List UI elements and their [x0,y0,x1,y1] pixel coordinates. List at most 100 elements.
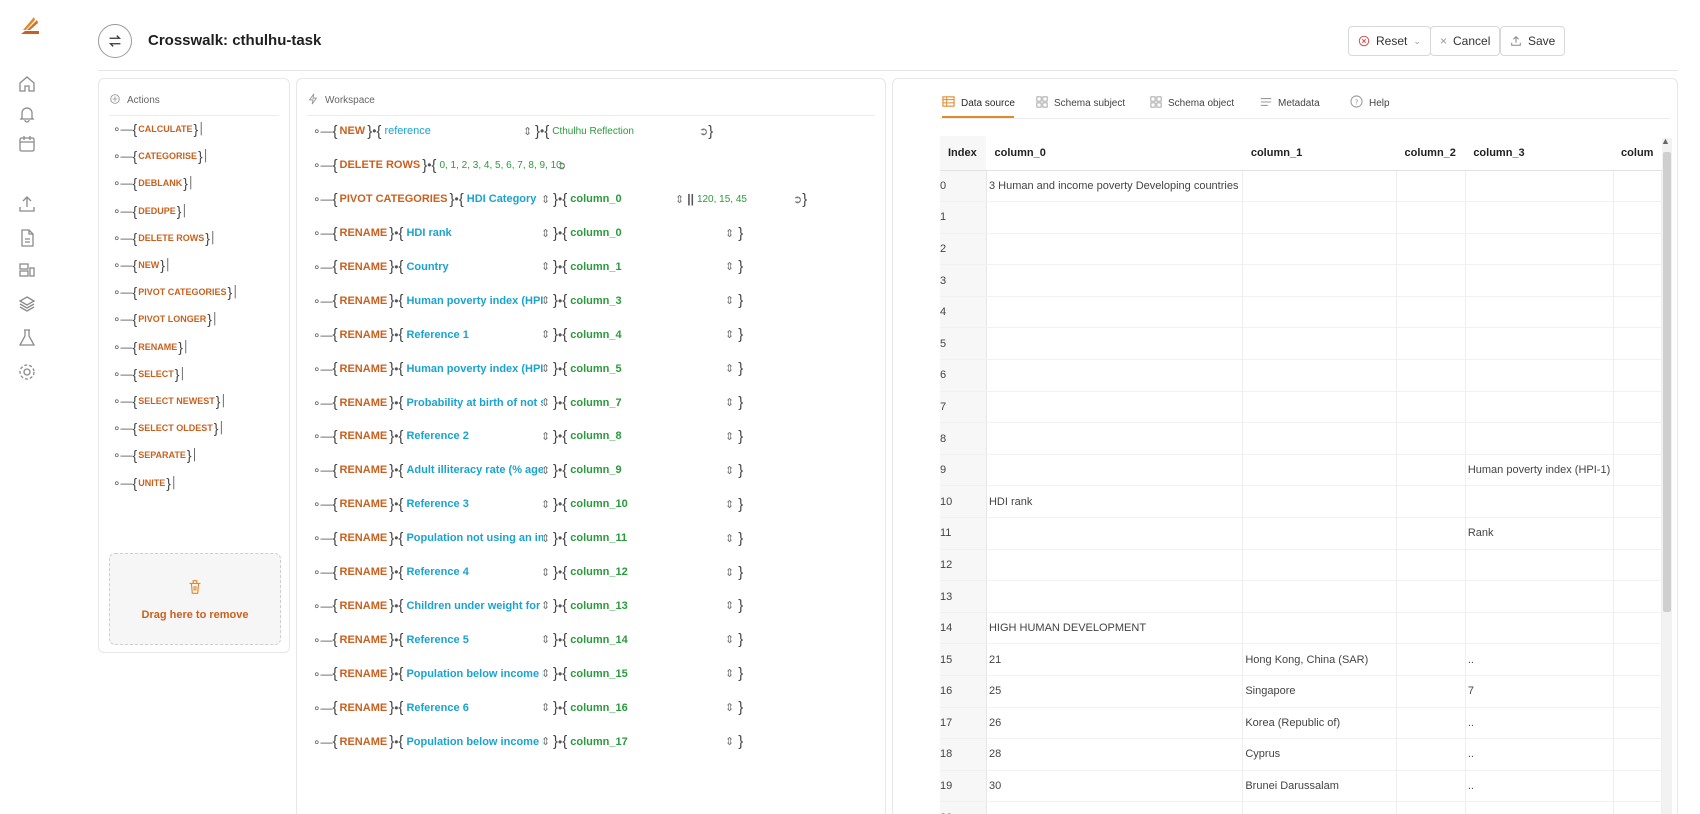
updown-icon[interactable]: ⇕ [541,701,550,714]
workspace-rename-row[interactable]: ∘—{RENAME} •{Population below income p ⇕} •… [313,730,763,754]
updown-icon[interactable]: ⇕ [725,599,734,612]
table-row[interactable]: 12 [940,549,1662,582]
circle-arrow-icon[interactable]: ➲ [699,125,708,138]
updown-icon[interactable]: ⇕ [541,193,550,206]
updown-icon[interactable]: ⇕ [541,735,550,748]
table-scrollbar-thumb[interactable] [1663,152,1671,612]
updown-icon[interactable]: ⇕ [725,396,734,409]
updown-icon[interactable]: ⇕ [541,396,550,409]
workspace-rename-row[interactable]: ∘—{RENAME} •{Reference 6 ⇕} •{column_16 ⇕} [313,696,763,720]
swap-icon[interactable] [98,24,132,58]
updown-icon[interactable]: ⇕ [725,294,734,307]
updown-icon[interactable]: ⇕ [541,362,550,375]
column-header[interactable]: column_1 [1242,136,1397,171]
table-row[interactable]: 20 [940,801,1662,814]
table-row[interactable]: 16 25 Singapore 7 [940,675,1662,708]
updown-icon[interactable]: ⇕ [541,464,550,477]
table-row[interactable]: 10 HDI rank [940,485,1662,519]
updown-icon[interactable]: ⇕ [523,125,532,138]
action-categorise[interactable]: ∘—{CATEGORISE} │ [113,146,210,166]
table-row[interactable]: 5 [940,327,1662,361]
updown-icon[interactable]: ⇕ [725,735,734,748]
updown-icon[interactable]: ⇕ [725,328,734,341]
updown-icon[interactable]: ⇕ [675,193,684,206]
updown-icon[interactable]: ⇕ [725,701,734,714]
workspace-rename-row[interactable]: ∘—{RENAME} •{Children under weight for a ⇕… [313,594,763,618]
table-row[interactable]: 3 [940,264,1662,297]
workspace-rename-row[interactable]: ∘—{RENAME} •{HDI rank ⇕} •{column_0 ⇕} [313,221,763,245]
table-row[interactable]: 9 Human poverty index (HPI-1) [940,454,1662,487]
updown-icon[interactable]: ⇕ [541,328,550,341]
updown-icon[interactable]: ⇕ [725,633,734,646]
cancel-button[interactable]: × Cancel [1430,26,1501,56]
tab-schema-subject[interactable]: Schema subject [1036,92,1125,114]
settings-icon[interactable] [17,362,37,382]
updown-icon[interactable]: ⇕ [541,430,550,443]
action-deblank[interactable]: ∘—{DEBLANK} │ [113,173,195,193]
save-button[interactable]: Save [1500,26,1566,56]
table-row[interactable]: 6 [940,359,1662,392]
scroll-up-icon[interactable]: ▲ [1661,136,1670,146]
table-row[interactable]: 17 26 Korea (Republic of).. [940,707,1662,740]
action-pivot-longer[interactable]: ∘—{PIVOT LONGER} │ [113,309,219,329]
updown-icon[interactable]: ⇕ [541,227,550,240]
updown-icon[interactable]: ⇕ [541,667,550,680]
updown-icon[interactable]: ⇕ [725,260,734,273]
layout-icon[interactable] [17,260,37,280]
home-icon[interactable] [17,74,37,94]
table-row[interactable]: 8 [940,422,1662,455]
table-row[interactable]: 1 [940,201,1662,234]
workspace-rename-row[interactable]: ∘—{RENAME} •{Reference 5 ⇕} •{column_14 ⇕} [313,628,763,652]
tab-help[interactable]: ? Help [1350,92,1390,114]
reset-button[interactable]: Reset ⌄ [1348,26,1431,56]
table-row[interactable]: 7 [940,391,1662,424]
workspace-rename-row[interactable]: ∘—{RENAME} •{Reference 4 ⇕} •{column_12 ⇕} [313,560,763,584]
app-logo[interactable] [18,14,42,38]
action-select[interactable]: ∘—{SELECT} │ [113,364,186,384]
updown-icon[interactable]: ⇕ [541,566,550,579]
workspace-rename-row[interactable]: ∘—{RENAME} •{Reference 1 ⇕} •{column_4 ⇕} [313,323,763,347]
updown-icon[interactable]: ⇕ [541,294,550,307]
updown-icon[interactable]: ⇕ [725,464,734,477]
updown-icon[interactable]: ⇕ [725,532,734,545]
action-delete-rows[interactable]: ∘—{DELETE ROWS} │ [113,228,217,248]
table-row[interactable]: 14 HIGH HUMAN DEVELOPMENT [940,612,1662,645]
updown-icon[interactable]: ⇕ [541,633,550,646]
table-row[interactable]: 13 [940,580,1662,613]
table-row[interactable]: 4 [940,296,1662,329]
table-row[interactable]: 03 Human and income poverty Developing c… [940,170,1662,203]
workspace-rename-row[interactable]: ∘—{RENAME} •{Population below income p ⇕} •… [313,662,763,686]
workspace-rename-row[interactable]: ∘—{RENAME} •{Reference 2 ⇕} •{column_8 ⇕} [313,424,763,448]
workspace-rename-row[interactable]: ∘—{RENAME} •{Adult illiteracy rate (% age… [313,458,763,482]
tab-data-source[interactable]: Data source [942,92,1015,114]
action-calculate[interactable]: ∘—{CALCULATE} │ [113,119,205,139]
updown-icon[interactable]: ⇕ [725,566,734,579]
flask-icon[interactable] [17,328,37,348]
table-row[interactable]: 15 21 Hong Kong, China (SAR).. [940,643,1662,676]
bell-icon[interactable] [17,104,37,124]
action-pivot-categories[interactable]: ∘—{PIVOT CATEGORIES} │ [113,282,239,302]
remove-drop-zone[interactable]: Drag here to remove [109,553,281,645]
workspace-rename-row[interactable]: ∘—{RENAME} •{Probability at birth of not … [313,391,763,415]
workspace-rename-row[interactable]: ∘—{RENAME} •{Reference 3 ⇕} •{column_10 ⇕} [313,492,763,516]
workspace-pivot-row[interactable]: ∘—{ PIVOT CATEGORIES } •{ HDI Category ⇕ … [313,187,883,211]
circle-arrow-icon[interactable]: ➲ [557,159,566,172]
action-rename[interactable]: ∘—{RENAME} │ [113,337,190,357]
tab-schema-object[interactable]: Schema object [1150,92,1234,114]
table-row[interactable]: 18 28 Cyprus.. [940,738,1662,771]
workspace-new-row[interactable]: ∘—{ NEW } •{ reference ⇕ } •{ Cthulhu Refl… [313,119,873,143]
table-row[interactable]: 11 Rank [940,517,1662,550]
action-unite[interactable]: ∘—{UNITE} │ [113,473,178,493]
updown-icon[interactable]: ⇕ [541,260,550,273]
updown-icon[interactable]: ⇕ [725,498,734,511]
workspace-rename-row[interactable]: ∘—{RENAME} •{Human poverty index (HPI- ⇕} •… [313,289,763,313]
calendar-icon[interactable] [17,134,37,154]
workspace-delete-rows-row[interactable]: ∘—{ DELETE ROWS } •{ 0, 1, 2, 3, 4, 5, 6,… [313,153,873,177]
data-table-container[interactable]: Index column_0 column_1 column_2 column_3 col… [940,136,1662,814]
column-header[interactable]: column_3 [1465,136,1614,171]
column-header[interactable]: Index [940,136,987,171]
updown-icon[interactable]: ⇕ [725,362,734,375]
updown-icon[interactable]: ⇕ [541,532,550,545]
action-select-oldest[interactable]: ∘—{SELECT OLDEST} │ [113,418,225,438]
column-header[interactable]: column_0 [986,136,1243,171]
